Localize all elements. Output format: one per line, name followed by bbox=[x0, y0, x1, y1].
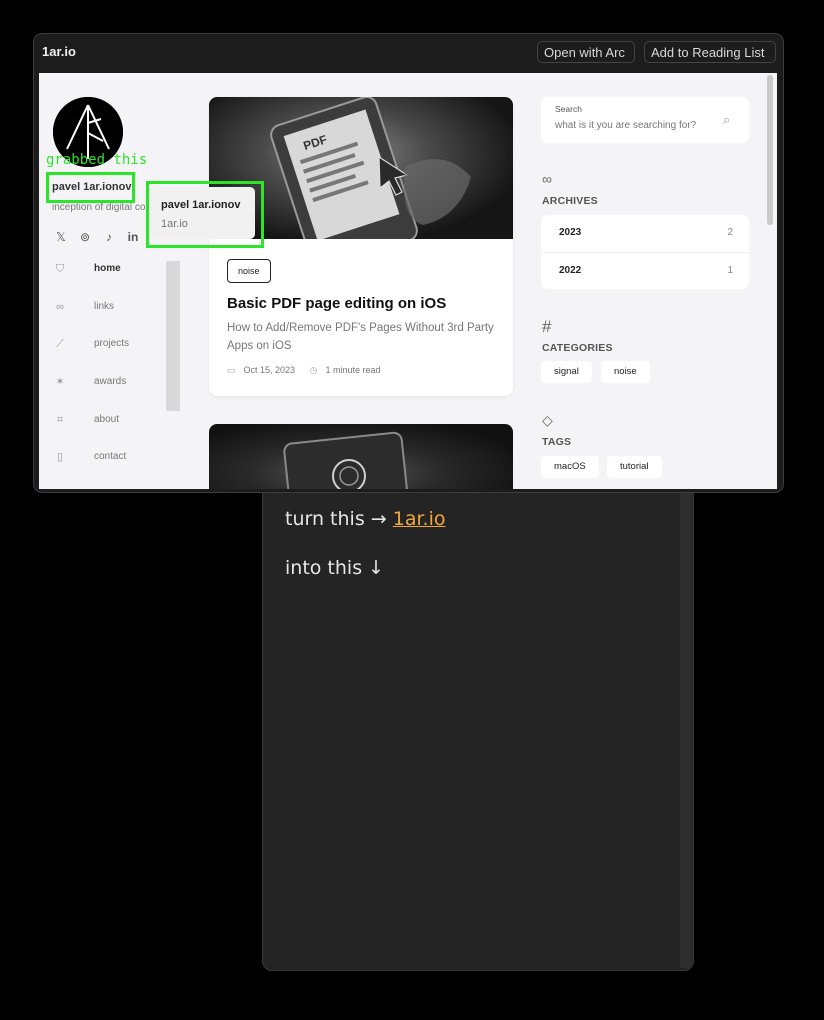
shield-icon: ⛉ bbox=[55, 263, 65, 275]
open-with-arc-button[interactable]: Open with Arc bbox=[537, 41, 635, 63]
highlight-box-tooltip bbox=[146, 181, 264, 248]
threads-icon[interactable]: ⊚ bbox=[77, 229, 93, 245]
nav-label: home bbox=[94, 263, 121, 274]
article-subtitle: How to Add/Remove PDF's Pages Without 3r… bbox=[227, 322, 494, 352]
author-tagline: inception of digital co bbox=[52, 202, 146, 213]
device-illustration bbox=[283, 431, 409, 489]
search-label: Search bbox=[555, 104, 582, 114]
note-line-into-this: into this ↓ bbox=[285, 557, 385, 579]
note-line-turn-this: turn this → 1ar.io bbox=[285, 508, 445, 530]
nav-item-home[interactable]: ⛉ home bbox=[53, 260, 163, 280]
article-card[interactable] bbox=[209, 424, 513, 489]
note-card bbox=[262, 470, 694, 971]
highlight-box-author bbox=[46, 172, 135, 203]
sidebar-scrollbar[interactable] bbox=[166, 261, 180, 411]
article-image bbox=[209, 424, 513, 489]
nav-item-links[interactable]: ∞ links bbox=[53, 298, 163, 318]
search-input[interactable] bbox=[555, 120, 715, 131]
nav-item-awards[interactable]: ✶ awards bbox=[53, 373, 163, 393]
search-box[interactable]: Search ⌕ bbox=[541, 97, 749, 143]
categories-title: CATEGORIES bbox=[542, 342, 613, 354]
nav-item-about[interactable]: ⌗ about bbox=[53, 411, 163, 431]
nav-item-contact[interactable]: ▯ contact bbox=[53, 448, 163, 468]
webpage-preview[interactable]: pavel 1ar.ionov inception of digital co … bbox=[39, 73, 777, 489]
tag-chip[interactable]: noise bbox=[227, 259, 271, 283]
tags-title: TAGS bbox=[542, 436, 572, 448]
note-text: turn this → bbox=[285, 508, 393, 530]
archive-year: 2022 bbox=[559, 265, 582, 276]
page-scroll-thumb[interactable] bbox=[767, 75, 773, 225]
archive-row-2022[interactable]: 2022 1 bbox=[541, 253, 749, 290]
note-scrollbar[interactable] bbox=[680, 490, 692, 968]
link-preview-window: 1ar.io Open with Arc Add to Reading List… bbox=[33, 33, 784, 493]
add-to-reading-list-button[interactable]: Add to Reading List bbox=[644, 41, 776, 63]
window-title: 1ar.io bbox=[42, 44, 76, 59]
tag-chip-tutorial[interactable]: tutorial bbox=[607, 456, 662, 478]
linkedin-icon[interactable]: in bbox=[125, 229, 141, 245]
archive-count: 1 bbox=[727, 265, 733, 276]
face-scan-icon: ⌗ bbox=[56, 414, 64, 426]
archives-list: 2023 2 2022 1 bbox=[541, 215, 749, 289]
nav-item-projects[interactable]: ⟋ projects bbox=[53, 335, 163, 355]
archive-row-2023[interactable]: 2023 2 bbox=[541, 215, 749, 253]
search-icon[interactable]: ⌕ bbox=[723, 112, 730, 128]
hash-icon: # bbox=[542, 317, 552, 336]
star-icon: ✶ bbox=[55, 376, 65, 388]
article-date: Oct 15, 2023 bbox=[243, 365, 296, 375]
nav-label: awards bbox=[94, 376, 127, 387]
note-link[interactable]: 1ar.io bbox=[393, 508, 446, 530]
nav-label: contact bbox=[94, 451, 127, 462]
infinity-icon: ∞ bbox=[542, 171, 552, 187]
calendar-icon: ▭ bbox=[227, 365, 236, 375]
category-chip-noise[interactable]: noise bbox=[601, 361, 650, 383]
contact-card-icon: ▯ bbox=[56, 451, 64, 463]
page-scrollbar[interactable] bbox=[763, 73, 777, 489]
nav-label: links bbox=[94, 301, 115, 312]
article-title[interactable]: Basic PDF page editing on iOS bbox=[227, 295, 446, 312]
article-meta: ▭ Oct 15, 2023 ◷ 1 minute read bbox=[227, 365, 380, 376]
tiktok-icon[interactable]: ♪ bbox=[101, 229, 117, 245]
archive-year: 2023 bbox=[559, 227, 582, 238]
nav-label: projects bbox=[94, 338, 130, 349]
archives-title: ARCHIVES bbox=[542, 195, 598, 207]
chart-icon: ⟋ bbox=[56, 338, 64, 350]
tag-icon: ◇ bbox=[542, 412, 553, 428]
annotation-label: grabbed this bbox=[46, 152, 148, 168]
tag-chip-macos[interactable]: macOS bbox=[541, 456, 599, 478]
category-chip-signal[interactable]: signal bbox=[541, 361, 592, 383]
link-icon: ∞ bbox=[56, 301, 64, 313]
nav-label: about bbox=[94, 414, 120, 425]
x-twitter-icon[interactable]: 𝕏 bbox=[53, 229, 69, 245]
article-read-time: 1 minute read bbox=[325, 365, 381, 375]
archive-count: 2 bbox=[727, 227, 733, 238]
clock-icon: ◷ bbox=[309, 365, 318, 375]
